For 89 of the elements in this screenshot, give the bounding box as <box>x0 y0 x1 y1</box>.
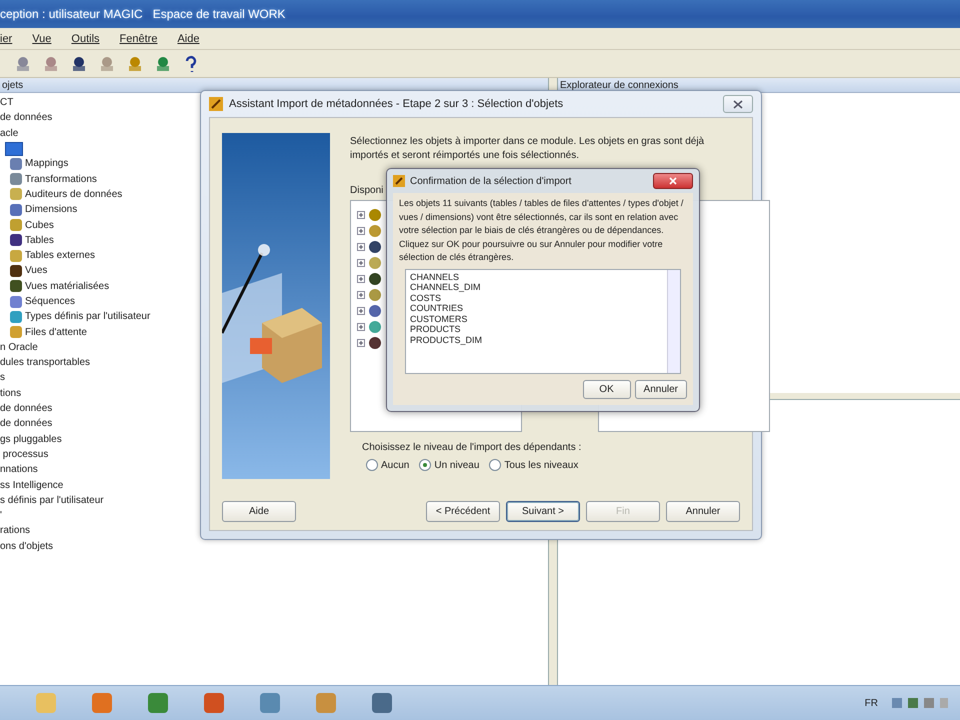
list-item[interactable]: COUNTRIES <box>410 303 663 314</box>
close-button[interactable] <box>653 173 693 189</box>
list-item[interactable]: PRODUCTS <box>410 324 663 336</box>
object-icon <box>369 225 381 237</box>
radio-option[interactable]: Aucun <box>366 459 410 471</box>
dialog-button[interactable]: Annuler <box>634 380 687 399</box>
list-item[interactable]: CHANNELS_DIM <box>410 282 663 293</box>
tree-item[interactable]: gs pluggables <box>0 434 62 445</box>
expander-icon[interactable] <box>357 339 365 347</box>
menu-item[interactable]: ier <box>0 32 12 44</box>
object-icon <box>369 273 381 285</box>
tree-item[interactable]: Vues <box>25 265 48 276</box>
menu-item[interactable]: Fenêtre <box>120 32 158 44</box>
tree-item[interactable]: Vues matérialisées <box>25 280 110 292</box>
dialog-button[interactable]: OK <box>582 380 631 399</box>
tree-item[interactable]: s définis par l'utilisateur <box>0 494 104 506</box>
wizard-button[interactable]: Suivant > <box>506 501 580 522</box>
menu-item[interactable]: Outils <box>71 32 100 44</box>
expander-icon[interactable] <box>357 243 365 251</box>
tree-item[interactable]: de données <box>0 112 52 124</box>
tree-item[interactable]: Tables <box>25 234 54 246</box>
close-icon <box>669 177 677 185</box>
tree-item[interactable]: Dimensions <box>25 204 78 216</box>
object-icon <box>369 241 381 253</box>
tree-item[interactable]: n Oracle <box>0 342 38 353</box>
tree-item[interactable]: rations <box>0 525 30 536</box>
help-button[interactable]: Aide <box>222 501 296 522</box>
panel-title: ojets <box>2 80 24 90</box>
tree-item[interactable]: ' <box>0 510 2 522</box>
tray-icons[interactable] <box>890 696 950 710</box>
tree-item[interactable]: ss Intelligence <box>0 480 64 491</box>
list-item[interactable]: CUSTOMERS <box>410 314 663 324</box>
object-icon <box>369 257 381 269</box>
tree-item[interactable]: Tables externes <box>25 250 96 262</box>
expander-icon[interactable] <box>357 211 365 219</box>
expander-icon[interactable] <box>357 275 365 283</box>
tree-item[interactable]: processus <box>0 448 48 460</box>
tree-item[interactable]: Auditeurs de données <box>25 188 122 200</box>
object-icon <box>369 289 381 301</box>
wizard-icon <box>393 175 405 187</box>
radio-option[interactable]: Un niveau <box>419 459 480 471</box>
list-item[interactable]: COSTS <box>410 292 663 304</box>
dialog-title: Confirmation de la sélection d'import <box>410 176 572 186</box>
expander-icon[interactable] <box>357 307 365 315</box>
window-title: ception : utilisateur MAGIC Espace de travail WORK <box>0 7 286 21</box>
language-indicator[interactable]: FR <box>864 698 878 708</box>
list-item[interactable]: CHANNELS <box>410 272 663 282</box>
menu-item[interactable]: Vue <box>32 32 52 44</box>
tree-item[interactable]: CT <box>0 97 14 108</box>
list-item[interactable]: PRODUCTS_DIM <box>410 335 663 346</box>
objects-list[interactable]: CHANNELS CHANNELS_DIM COSTS COUNTRIES CUSTOMERS PRODUCTS PRODUCTS_DIM <box>405 268 681 374</box>
expander-icon[interactable] <box>357 323 365 331</box>
object-icon <box>369 337 381 349</box>
option-label: Choisissez le niveau de l'import des dépendants : <box>362 442 582 453</box>
tree-item[interactable]: Cubes <box>25 220 54 231</box>
menu-item[interactable]: Aide <box>177 32 200 44</box>
tree-item[interactable]: dules transportables <box>0 357 90 368</box>
tree-item[interactable]: Types définis par l'utilisateur <box>25 311 150 322</box>
tree-item[interactable]: Mappings <box>25 158 68 170</box>
expander-icon[interactable] <box>357 259 365 267</box>
tree-item[interactable]: Files d'attente <box>25 326 87 338</box>
tree-item[interactable]: Transformations <box>25 174 97 185</box>
instruction-text: Sélectionnez les objets à importer dans ce module. Les objets en gras sont déjà importés et seront réimportés une fois sélectionnés. <box>350 135 706 163</box>
tree-item[interactable]: tions <box>0 388 22 399</box>
object-icon <box>369 305 381 317</box>
dialog-title: Assistant Import de métadonnées - Etape 2 sur 3 : Sélection d'objets <box>229 98 564 110</box>
object-icon <box>369 209 381 221</box>
tree-item[interactable]: acle <box>0 128 18 139</box>
wizard-button[interactable]: Annuler <box>666 501 740 522</box>
expander-icon[interactable] <box>357 291 365 299</box>
object-icon <box>369 321 381 333</box>
tree-item[interactable]: ons d'objets <box>0 540 54 552</box>
expander-icon[interactable] <box>357 227 365 235</box>
close-icon <box>733 100 743 108</box>
confirmation-message: Les objets 11 suivants (tables / tables de files d'attentes / types d'objet / vues / dimensions) vont être sélectionnés, car ils sont en relation avec votre sélection par le biais de clés étrangères ou de dépendances. Cliquez sur OK pour poursuivre ou sur Annuler pour modifier votre sélection de clés étrangères. <box>399 197 684 264</box>
tree-item[interactable]: de données <box>0 418 52 430</box>
tree-item[interactable]: nnations <box>0 464 38 476</box>
tree-item[interactable]: Séquences <box>25 296 76 307</box>
toolbar-icon[interactable] <box>70 54 88 72</box>
panel-title: Explorateur de connexions <box>560 80 678 90</box>
tree-item[interactable]: de données <box>0 403 52 414</box>
wizard-icon <box>209 97 223 111</box>
selected-module-icon[interactable] <box>5 142 23 156</box>
close-button[interactable] <box>723 95 753 113</box>
wizard-button[interactable]: < Précédent <box>426 501 500 522</box>
radio-option[interactable]: Tous les niveaux <box>489 459 578 471</box>
list-label: Disponi <box>350 185 384 196</box>
tree-item[interactable]: s <box>0 372 5 384</box>
scrollbar[interactable] <box>667 270 680 373</box>
